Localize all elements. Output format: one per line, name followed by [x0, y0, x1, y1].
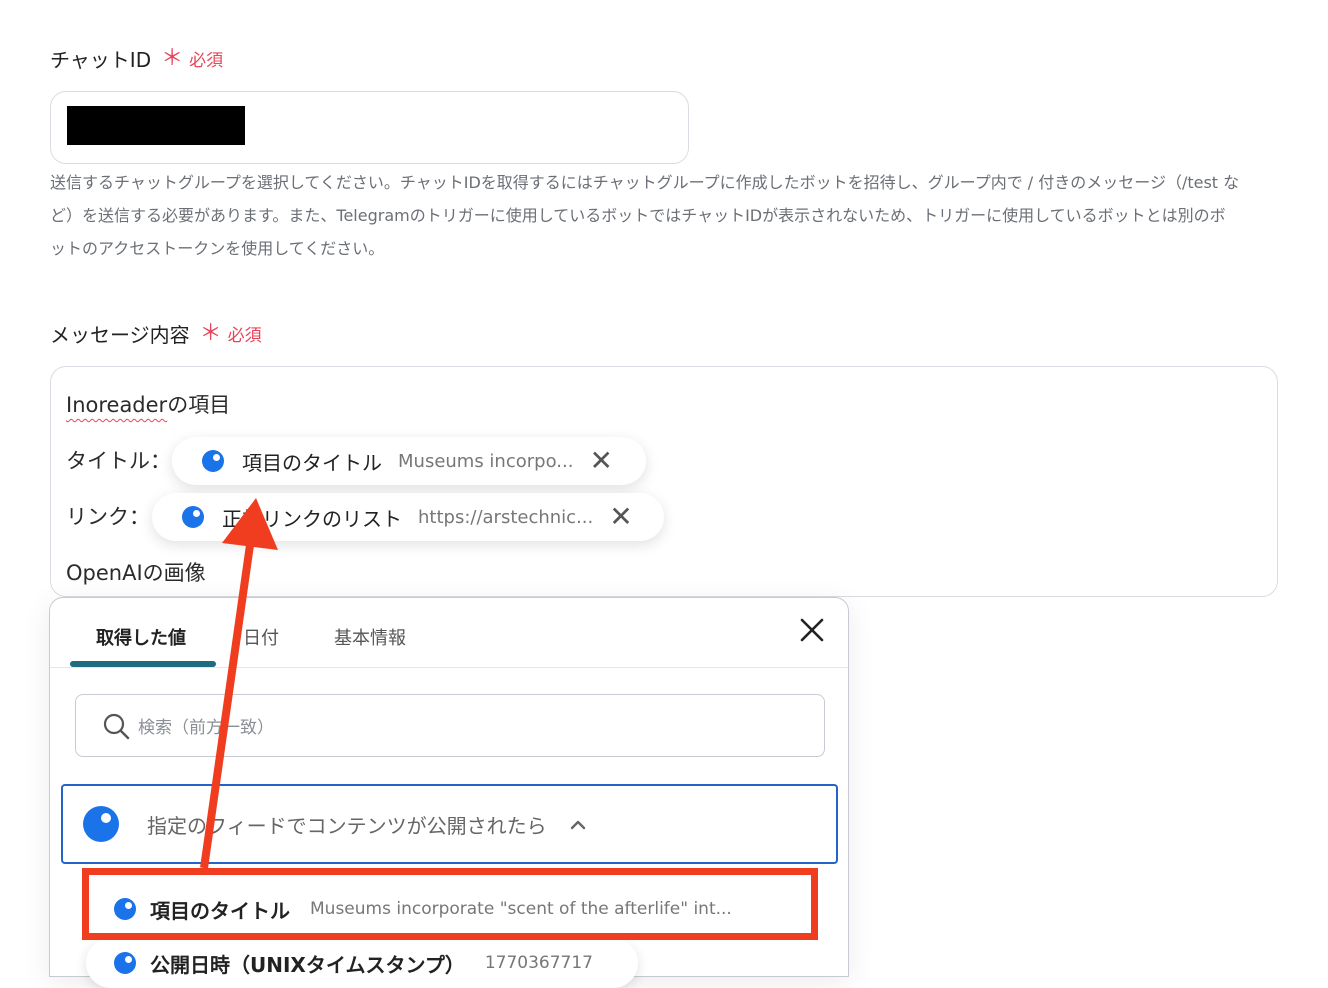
annotation-arrow	[200, 498, 278, 869]
